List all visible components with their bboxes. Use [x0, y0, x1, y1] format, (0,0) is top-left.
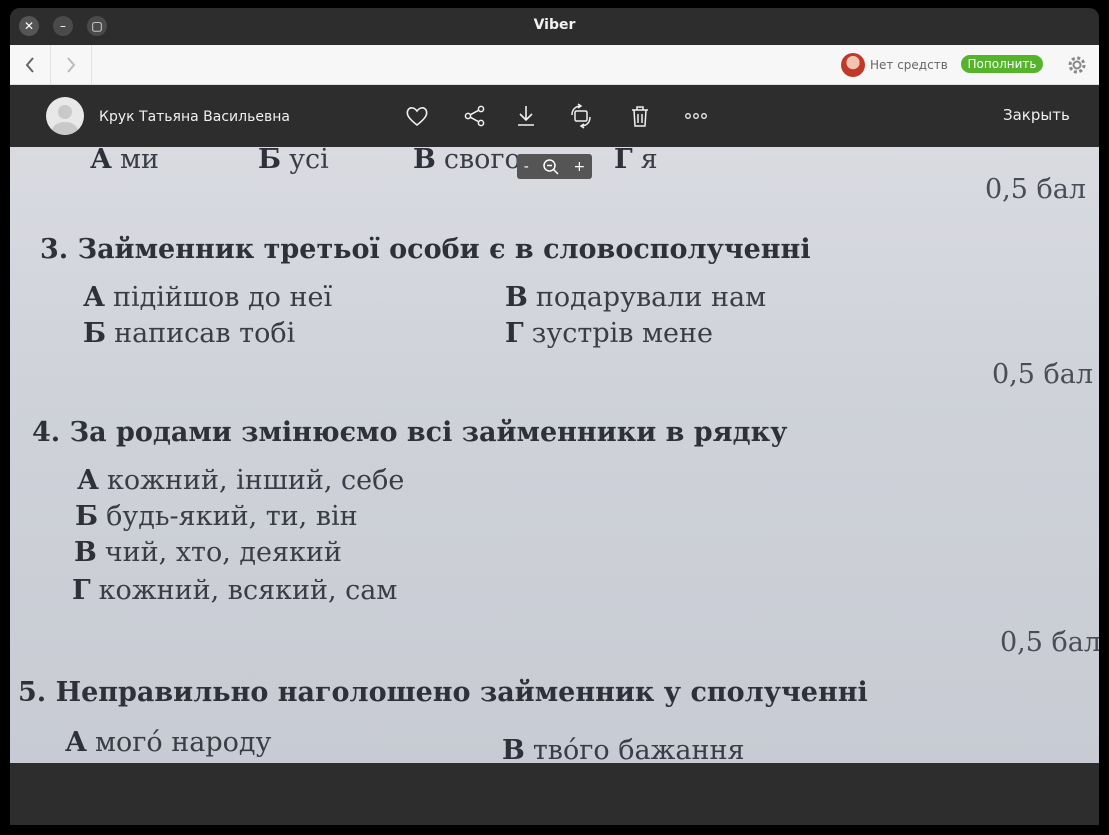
heart-icon[interactable] [404, 103, 430, 129]
account-avatar[interactable] [841, 53, 865, 77]
points-label: 0,5 бал [992, 359, 1094, 390]
points-label: 0,5 бал [1000, 627, 1099, 658]
question-3: 3. Займенник третьої особи є в словоспол… [40, 234, 811, 265]
more-icon[interactable] [683, 103, 709, 129]
question-4: 4. За родами змінюємо всі займенники в р… [32, 417, 788, 448]
zoom-icon [543, 158, 559, 175]
window-title: Viber [533, 17, 576, 33]
trash-icon[interactable] [627, 103, 653, 129]
q3-option-a: Апідійшов до неї [83, 282, 333, 313]
topup-button[interactable]: Пополнить [961, 55, 1043, 73]
sender-name: Крук Татьяна Васильевна [99, 109, 290, 125]
option-top-c: Всвого [413, 147, 521, 175]
credit-status: Нет средств [870, 58, 948, 72]
q4-option-a: Акожний, інший, себе [77, 465, 405, 496]
media-viewer-toolbar: Крук Татьяна Васильевна Закрыть [10, 85, 1099, 147]
chevron-right-icon [67, 56, 76, 73]
q4-option-d: Гкожний, всякий, сам [72, 575, 398, 606]
rotate-icon[interactable] [568, 103, 594, 129]
option-top-a: Ами [90, 147, 159, 175]
q5-option-c: Втвóго бажання [502, 735, 745, 763]
q5-option-a: Амогó народу [65, 727, 272, 758]
points-label: 0,5 бал [985, 174, 1087, 205]
viewer-footer [10, 763, 1099, 825]
photo-viewer[interactable]: Ами Бусі Всвого Гя - + 0,5 бал 3. Займен… [10, 147, 1099, 763]
sender-avatar [46, 97, 84, 135]
download-icon[interactable] [513, 103, 539, 129]
q3-option-d: Гзустрів мене [505, 318, 713, 349]
q3-option-b: Бнаписав тобі [83, 318, 296, 349]
q3-option-c: Вподарували нам [505, 282, 767, 313]
forward-button[interactable] [51, 45, 92, 84]
back-button[interactable] [10, 45, 51, 84]
zoom-control: - + [517, 154, 592, 179]
close-viewer-button[interactable]: Закрыть [1003, 106, 1070, 124]
option-top-b: Бусі [258, 147, 329, 175]
q4-option-c: Вчий, хто, деякий [74, 537, 342, 568]
share-icon[interactable] [462, 103, 488, 129]
chevron-left-icon [25, 56, 34, 73]
zoom-out-button[interactable]: - [524, 159, 529, 175]
q4-option-b: Ббудь-який, ти, він [75, 501, 358, 532]
option-top-d: Гя [614, 147, 658, 175]
title-bar: ✕ – ▢ Viber [10, 8, 1099, 45]
viber-window: ✕ – ▢ Viber Нет средств Пополнить Крук Т… [10, 8, 1099, 825]
question-5: 5. Неправильно наголошено займенник у сп… [18, 677, 868, 708]
gear-icon[interactable] [1065, 53, 1089, 77]
nav-bar: Нет средств Пополнить [10, 45, 1099, 85]
zoom-in-button[interactable]: + [574, 159, 586, 175]
